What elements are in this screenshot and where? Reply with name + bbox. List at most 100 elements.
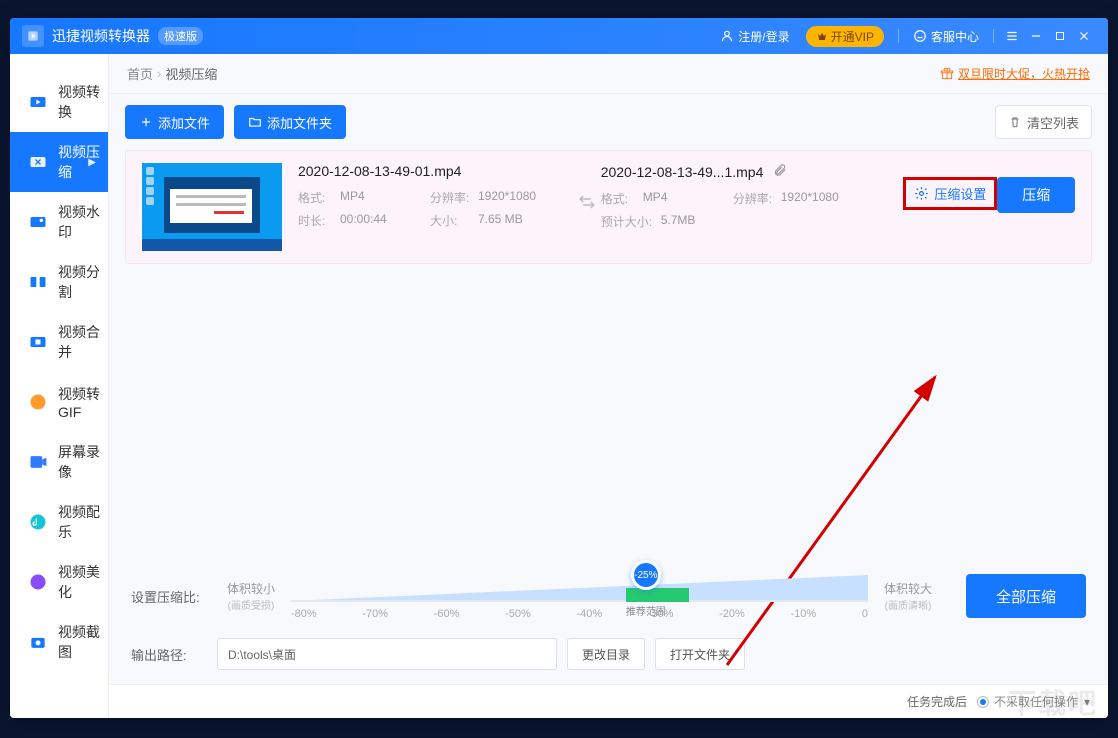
src-dur-label: 时长:	[298, 212, 340, 229]
recommended-range	[626, 588, 689, 602]
app-logo-icon	[22, 25, 44, 47]
src-format-label: 格式:	[298, 189, 340, 206]
music-icon	[28, 511, 48, 533]
vip-button[interactable]: 开通VIP	[806, 26, 884, 47]
radio-icon	[977, 696, 989, 708]
screenshot-icon	[28, 631, 48, 653]
src-res-label: 分辨率:	[430, 189, 478, 206]
edition-badge: 极速版	[158, 27, 203, 45]
sidebar-label: 视频配乐	[58, 502, 108, 542]
app-title: 迅捷视频转换器	[52, 26, 150, 46]
sidebar-label: 视频水印	[58, 202, 108, 242]
attachment-icon	[773, 163, 787, 177]
src-res: 1920*1080	[478, 189, 568, 206]
add-file-label: 添加文件	[158, 113, 210, 132]
breadcrumb: 首页 › 视频压缩 双旦限时大促，火热开抢	[109, 54, 1108, 94]
bottom-panel: 设置压缩比: 体积较小(画质受损) -25% 推荐范围 -80%-70%-	[109, 560, 1108, 684]
sidebar-item-screenshot[interactable]: 视频截图	[10, 612, 108, 672]
src-size-label: 大小:	[430, 212, 478, 229]
close-button[interactable]	[1072, 24, 1096, 48]
trash-icon	[1008, 115, 1022, 129]
sidebar-item-record[interactable]: 屏幕录像	[10, 432, 108, 492]
maximize-button[interactable]	[1048, 24, 1072, 48]
src-format: MP4	[340, 189, 430, 206]
src-size: 7.65 MB	[478, 212, 568, 229]
change-dir-button[interactable]: 更改目录	[567, 638, 645, 670]
settings-label: 压缩设置	[934, 184, 986, 203]
sidebar-item-gif[interactable]: 视频转GIF	[10, 372, 108, 432]
dst-format-label: 格式:	[601, 190, 643, 207]
sidebar-label: 视频美化	[58, 562, 108, 602]
promo-text: 双旦限时大促，火热开抢	[958, 65, 1090, 82]
titlebar: 迅捷视频转换器 极速版 注册/登录 开通VIP 客服中心	[10, 18, 1108, 54]
src-dur: 00:00:44	[340, 212, 430, 229]
sidebar-item-merge[interactable]: 视频合并	[10, 312, 108, 372]
swap-icon	[572, 193, 600, 211]
menu-button[interactable]	[1000, 24, 1024, 48]
sidebar-label: 视频压缩	[58, 142, 108, 182]
promo-link[interactable]: 双旦限时大促，火热开抢	[940, 65, 1090, 82]
dst-est-label: 预计大小:	[601, 213, 661, 230]
split-icon	[28, 271, 48, 293]
file-list: 2020-12-08-13-49-01.mp4 格式: MP4 分辨率: 192…	[109, 150, 1108, 560]
dst-est: 5.7MB	[661, 213, 751, 230]
tip-larger: 体积较大(画质清晰)	[876, 580, 940, 612]
compress-all-button[interactable]: 全部压缩	[966, 574, 1086, 618]
convert-icon	[28, 91, 48, 113]
plus-icon	[139, 115, 153, 129]
chevron-right-icon: ▶	[88, 157, 96, 168]
compress-settings-button[interactable]: 压缩设置	[903, 177, 997, 210]
sidebar-item-beautify[interactable]: 视频美化	[10, 552, 108, 612]
sidebar-item-split[interactable]: 视频分割	[10, 252, 108, 312]
output-path-input[interactable]	[217, 638, 557, 670]
main-area: 首页 › 视频压缩 双旦限时大促，火热开抢 添加文件 添加文件夹	[109, 54, 1108, 718]
breadcrumb-current: 视频压缩	[165, 64, 217, 83]
folder-icon	[248, 115, 262, 129]
compress-ratio-slider[interactable]: -25% 推荐范围 -80%-70%-60% -50%-40%-30% -20%…	[291, 572, 868, 620]
watermark-icon	[28, 211, 48, 233]
sidebar-item-music[interactable]: 视频配乐	[10, 492, 108, 552]
sidebar-item-convert[interactable]: 视频转换	[10, 72, 108, 132]
add-folder-label: 添加文件夹	[267, 113, 332, 132]
toolbar: 添加文件 添加文件夹 清空列表	[109, 94, 1108, 150]
sidebar-label: 视频转换	[58, 82, 108, 122]
add-file-button[interactable]: 添加文件	[125, 105, 224, 139]
breadcrumb-home[interactable]: 首页	[127, 64, 153, 83]
breadcrumb-sep: ›	[157, 66, 161, 81]
status-bar: 任务完成后 不采取任何操作 ▾	[109, 684, 1108, 718]
compress-button[interactable]: 压缩	[997, 177, 1075, 213]
after-task-dropdown[interactable]: 不采取任何操作 ▾	[977, 693, 1090, 710]
after-task-value: 不采取任何操作	[994, 693, 1078, 710]
sidebar-label: 屏幕录像	[58, 442, 108, 482]
register-login-button[interactable]: 注册/登录	[712, 24, 797, 48]
clear-list-button[interactable]: 清空列表	[995, 105, 1092, 139]
record-icon	[28, 451, 48, 473]
ratio-label: 设置压缩比:	[131, 587, 219, 606]
dst-res: 1920*1080	[781, 190, 871, 207]
add-folder-button[interactable]: 添加文件夹	[234, 105, 346, 139]
compress-icon	[28, 151, 48, 173]
slider-handle[interactable]: -25%	[631, 560, 661, 590]
sidebar-label: 视频分割	[58, 262, 108, 302]
app-window: 迅捷视频转换器 极速版 注册/登录 开通VIP 客服中心	[10, 18, 1108, 718]
sidebar: 视频转换 视频压缩 ▶ 视频水印 视频分割 视频合并 视频转GIF	[10, 54, 109, 718]
gear-icon	[914, 186, 929, 201]
source-info: 2020-12-08-13-49-01.mp4 格式: MP4 分辨率: 192…	[298, 163, 572, 235]
help-center-label: 客服中心	[931, 28, 979, 45]
dest-filename: 2020-12-08-13-49...1.mp4	[601, 163, 904, 180]
dst-format: MP4	[643, 190, 733, 207]
register-login-label: 注册/登录	[738, 28, 789, 45]
gift-icon	[940, 67, 954, 81]
sidebar-item-compress[interactable]: 视频压缩 ▶	[10, 132, 108, 192]
open-folder-button[interactable]: 打开文件夹	[655, 638, 745, 670]
sidebar-item-watermark[interactable]: 视频水印	[10, 192, 108, 252]
file-row[interactable]: 2020-12-08-13-49-01.mp4 格式: MP4 分辨率: 192…	[125, 150, 1092, 264]
after-task-label: 任务完成后	[907, 693, 967, 710]
dst-res-label: 分辨率:	[733, 190, 781, 207]
help-center-button[interactable]: 客服中心	[905, 24, 987, 48]
video-thumbnail	[142, 163, 282, 251]
output-path-label: 输出路径:	[131, 645, 207, 664]
merge-icon	[28, 331, 48, 353]
minimize-button[interactable]	[1024, 24, 1048, 48]
clear-list-label: 清空列表	[1027, 113, 1079, 132]
